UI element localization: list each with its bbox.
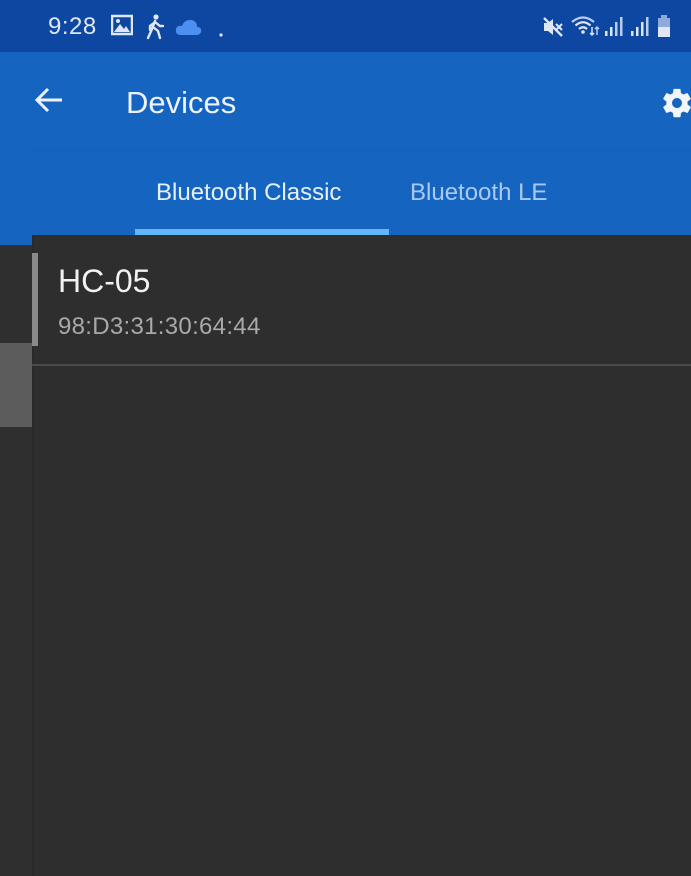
list-divider: [32, 364, 691, 366]
mute-icon: [542, 16, 564, 43]
wifi-icon: [571, 15, 601, 42]
tab-bluetooth-classic[interactable]: Bluetooth Classic: [135, 151, 389, 235]
arrow-left-icon: [34, 86, 64, 119]
cloud-icon: [175, 19, 202, 41]
side-panel: [0, 245, 32, 876]
gallery-icon: [110, 14, 134, 41]
device-name: HC-05: [58, 263, 151, 299]
app-bar: Devices: [32, 52, 691, 150]
battery-icon: [657, 15, 671, 43]
signal-icon: [630, 15, 650, 42]
tab-label: Bluetooth LE: [410, 179, 548, 206]
side-panel-header: [0, 52, 32, 245]
signal-icon: [604, 15, 624, 42]
selection-indicator: [32, 253, 38, 346]
back-button[interactable]: [32, 72, 82, 128]
device-list-item[interactable]: HC-05 98:D3:31:30:64:44: [32, 235, 691, 366]
device-address: 98:D3:31:30:64:44: [58, 313, 261, 340]
tab-bar: Bluetooth Classic Bluetooth LE: [32, 151, 691, 235]
status-time: 9:28: [48, 13, 97, 40]
page-title: Devices: [126, 85, 237, 120]
gear-icon: [660, 86, 691, 125]
settings-button[interactable]: [656, 80, 691, 124]
status-bar: 9:28: [0, 0, 691, 52]
walking-icon: [145, 14, 165, 45]
tab-label: Bluetooth Classic: [156, 179, 342, 206]
side-panel-handle[interactable]: [0, 343, 32, 427]
tab-bluetooth-le[interactable]: Bluetooth LE: [389, 151, 599, 235]
device-list: HC-05 98:D3:31:30:64:44: [32, 235, 691, 366]
dot-icon: [219, 24, 223, 42]
